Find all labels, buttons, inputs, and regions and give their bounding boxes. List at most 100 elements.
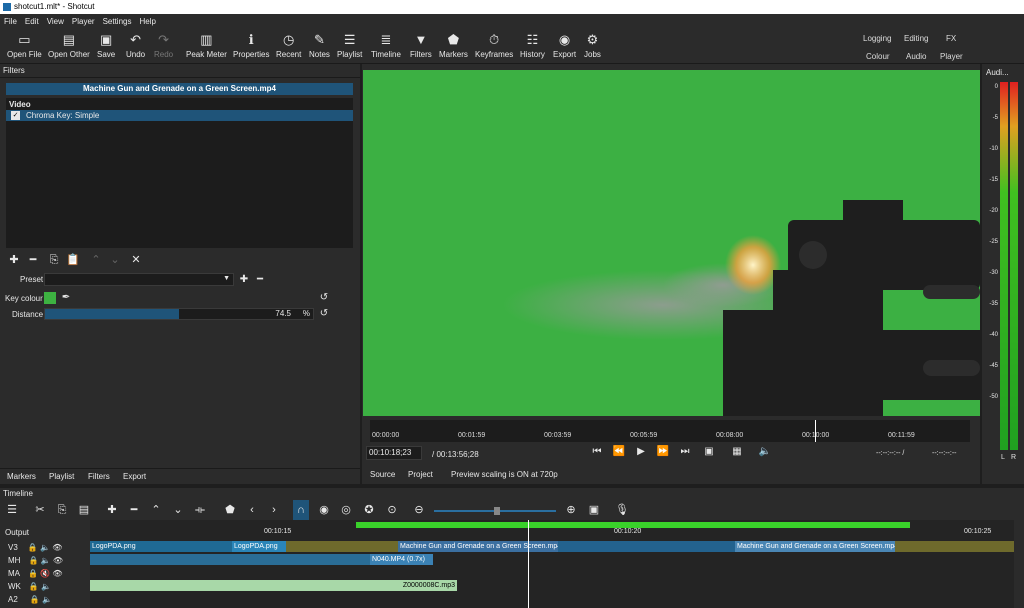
markers-button[interactable]: ⬟ Markers	[439, 30, 468, 59]
menu-settings[interactable]: Settings	[103, 17, 132, 26]
tab-source[interactable]: Source	[370, 470, 395, 479]
properties-button[interactable]: ℹ Properties	[233, 30, 269, 59]
filter-enable-checkbox[interactable]: ✓	[11, 111, 20, 120]
ripple-icon[interactable]: ◎	[338, 500, 354, 520]
play-icon[interactable]: ▶	[634, 446, 648, 457]
delete-preset-button[interactable]: ━	[254, 274, 266, 286]
menu-player[interactable]: Player	[72, 17, 95, 26]
snap-icon[interactable]: ∩	[293, 500, 309, 520]
mute-icon[interactable]: 🔈	[42, 595, 52, 604]
menu-file[interactable]: File	[4, 17, 17, 26]
clip-blank-mh[interactable]	[90, 554, 370, 565]
menu-view[interactable]: View	[47, 17, 64, 26]
paste-filter-button[interactable]: 📋	[66, 253, 80, 267]
track-a2[interactable]: A2 🔒 🔈	[0, 593, 90, 606]
filter-item[interactable]: ✓ Chroma Key: Simple	[6, 110, 353, 121]
lock-icon[interactable]: 🔒	[30, 595, 40, 604]
remove-filter-button[interactable]: ━	[26, 253, 40, 267]
zoom-in-icon[interactable]: ⊕	[563, 500, 579, 520]
microphone-icon[interactable]: 🎙	[614, 500, 630, 520]
fast-forward-icon[interactable]: ⏩	[656, 446, 670, 457]
redo-button[interactable]: ↷ Redo	[154, 30, 173, 59]
zoom-slider[interactable]	[434, 507, 556, 515]
tab-project[interactable]: Project	[408, 470, 433, 479]
eye-icon[interactable]: 👁	[53, 556, 63, 565]
move-down-button[interactable]: ⌄	[108, 253, 122, 267]
grid-icon[interactable]: ▦	[730, 446, 744, 457]
lock-icon[interactable]: 🔒	[29, 582, 39, 591]
paste-icon[interactable]: ▤	[76, 500, 92, 520]
lock-icon[interactable]: 🔒	[28, 543, 38, 552]
zoom-fit-icon[interactable]: ▣	[586, 500, 602, 520]
split-icon[interactable]: ⟛	[192, 500, 208, 520]
tab-filters[interactable]: Filters	[88, 472, 110, 481]
zoom-handle[interactable]	[494, 507, 500, 515]
track-wk[interactable]: WK 🔒 🔈	[0, 580, 90, 593]
volume-icon[interactable]: 🔈	[758, 446, 772, 457]
reset-distance-button[interactable]: ↺	[318, 308, 330, 320]
playlist-button[interactable]: ☰ Playlist	[337, 30, 362, 59]
layout-colour[interactable]: Colour	[866, 52, 890, 61]
open-other-button[interactable]: ▤ Open Other	[48, 30, 90, 59]
save-preset-button[interactable]: ✚	[238, 274, 250, 286]
cut-icon[interactable]: ✂	[32, 500, 48, 520]
tab-export[interactable]: Export	[123, 472, 146, 481]
clip-logo-b[interactable]: LogoPDA.png	[232, 541, 286, 552]
move-up-button[interactable]: ⌃	[89, 253, 103, 267]
recent-button[interactable]: ◷ Recent	[276, 30, 301, 59]
eye-icon[interactable]: 👁	[52, 543, 62, 552]
timeline-lanes[interactable]: 00:10:15 00:10:20 00:10:25 LogoPDA.png L…	[90, 520, 1014, 608]
mute-icon[interactable]: 🔈	[41, 556, 51, 565]
reset-colour-button[interactable]: ↺	[318, 292, 330, 304]
save-button[interactable]: ▣ Save	[97, 30, 115, 59]
menu-edit[interactable]: Edit	[25, 17, 39, 26]
zoom-icon[interactable]: ▣	[702, 446, 716, 457]
copy-filter-button[interactable]: ⎘	[47, 253, 61, 267]
timeline-button[interactable]: ≣ Timeline	[371, 30, 401, 59]
tab-markers[interactable]: Markers	[7, 472, 36, 481]
open-file-button[interactable]: ▭ Open File	[7, 30, 42, 59]
lock-icon[interactable]: 🔒	[28, 556, 38, 565]
menu-icon[interactable]: ☰	[4, 500, 20, 520]
skip-next-icon[interactable]: ⏭	[678, 446, 692, 457]
layout-editing[interactable]: Editing	[904, 34, 928, 43]
rewind-icon[interactable]: ⏪	[612, 446, 626, 457]
layout-fx[interactable]: FX	[946, 34, 956, 43]
key-colour-swatch[interactable]	[44, 292, 56, 304]
export-button[interactable]: ◉ Export	[553, 30, 576, 59]
player-ruler[interactable]: 00:00:00 00:01:59 00:03:59 00:05:59 00:0…	[370, 420, 970, 442]
timeline-playhead[interactable]	[528, 520, 529, 608]
mute-icon[interactable]: 🔇	[40, 569, 50, 578]
previous-marker-icon[interactable]: ‹	[244, 500, 260, 520]
eyedropper-icon[interactable]: ✒	[60, 292, 72, 304]
video-preview[interactable]	[363, 70, 980, 416]
layout-logging[interactable]: Logging	[863, 34, 891, 43]
deselect-filter-button[interactable]: ✕	[129, 253, 143, 267]
zoom-out-icon[interactable]: ⊖	[411, 500, 427, 520]
add-filter-button[interactable]: ✚	[7, 253, 21, 267]
append-icon[interactable]: ✚	[104, 500, 120, 520]
ripple-all-icon[interactable]: ✪	[361, 500, 377, 520]
clip-n040[interactable]: N040.MP4 (0.7x)	[370, 554, 433, 565]
preset-select[interactable]: ▼	[44, 273, 234, 286]
peak-meter-button[interactable]: ▥ Peak Meter	[186, 30, 227, 59]
timecode-field[interactable]: 00:10:18;23	[366, 446, 422, 460]
notes-button[interactable]: ✎ Notes	[309, 30, 330, 59]
scrub-icon[interactable]: ◉	[316, 500, 332, 520]
player-playhead[interactable]	[815, 420, 817, 442]
ripple-markers-icon[interactable]: ⊙	[384, 500, 400, 520]
tab-playlist[interactable]: Playlist	[49, 472, 74, 481]
filters-button[interactable]: ▼ Filters	[410, 30, 432, 59]
mute-icon[interactable]: 🔈	[41, 582, 51, 591]
remove-icon[interactable]: ━	[126, 500, 142, 520]
clip-logo-a[interactable]: LogoPDA.png	[90, 541, 232, 552]
eye-icon[interactable]: 👁	[52, 569, 62, 578]
clip-machine-gun-b[interactable]: Machine Gun and Grenade on a Green Scree…	[735, 541, 895, 552]
layout-audio[interactable]: Audio	[906, 52, 926, 61]
lock-icon[interactable]: 🔒	[28, 569, 38, 578]
skip-previous-icon[interactable]: ⏮	[590, 446, 604, 457]
clip-machine-gun-mid[interactable]	[558, 541, 735, 552]
next-marker-icon[interactable]: ›	[266, 500, 282, 520]
keyframes-button[interactable]: ⏱ Keyframes	[475, 30, 513, 59]
distance-slider[interactable]: 74.5 %	[44, 308, 314, 320]
